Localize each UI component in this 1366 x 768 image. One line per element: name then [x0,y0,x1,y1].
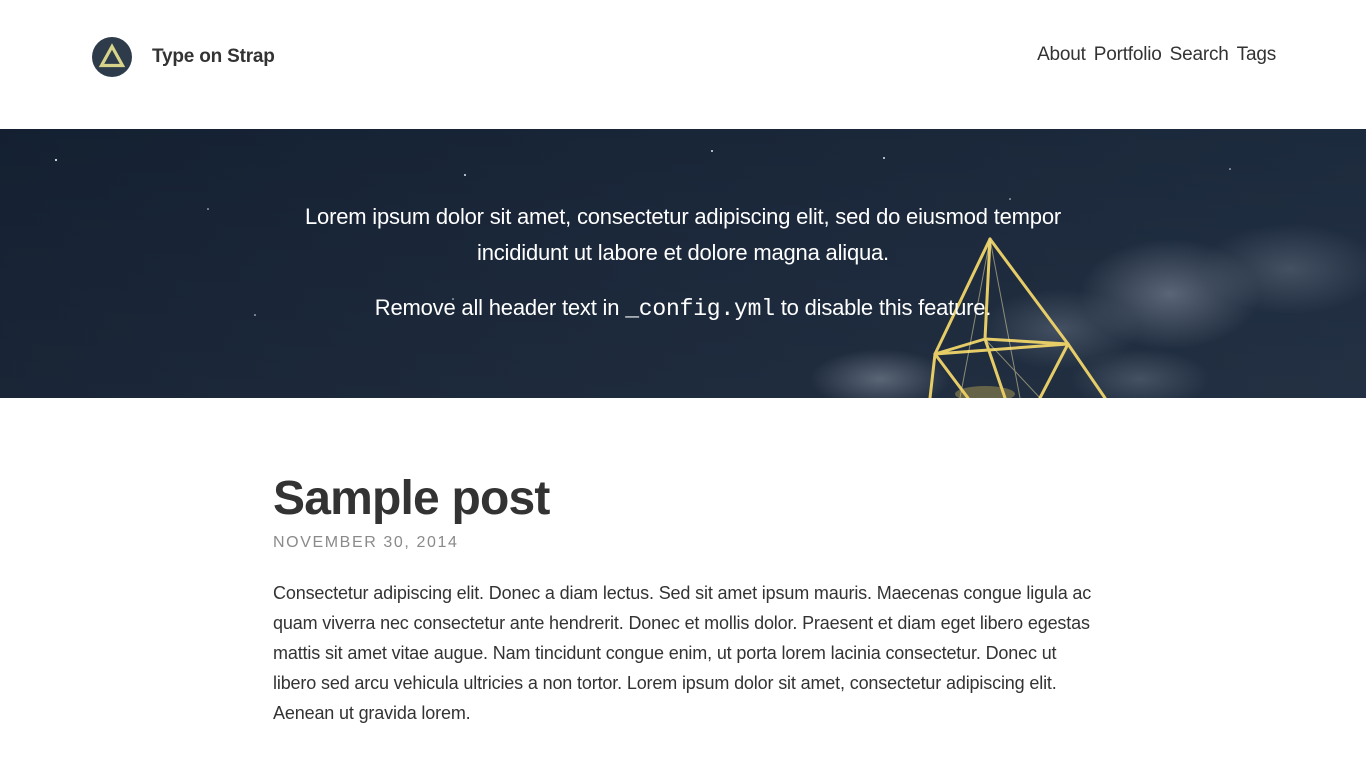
hero-config-suffix: to disable this feature. [780,295,992,320]
nav-link-portfolio[interactable]: Portfolio [1094,44,1162,66]
hero-description: Lorem ipsum dolor sit amet, consectetur … [305,204,1061,265]
home-link[interactable]: Type on Strap [92,37,275,77]
nav-link-about[interactable]: About [1037,44,1086,66]
hero-config-note: Remove all header text in _config.yml to… [0,295,1366,322]
nav-link-search[interactable]: Search [1170,44,1229,66]
post-date: NOVEMBER 30, 2014 [273,534,459,551]
post-excerpt: Consectetur adipiscing elit. Donec a dia… [273,583,1092,723]
site-title[interactable]: Type on Strap [152,46,275,68]
config-filename: _config.yml [625,296,775,322]
post-preview: Sample post NOVEMBER 30, 2014 Consectetu… [273,470,1093,746]
main-nav: About Portfolio Search Tags [1037,44,1276,66]
hero-banner: Lorem ipsum dolor sit amet, consectetur … [0,129,1366,398]
site-header: Type on Strap About Portfolio Search Tag… [0,0,1366,129]
post-title[interactable]: Sample post [273,470,1093,528]
nav-link-tags[interactable]: Tags [1237,44,1277,66]
triangle-logo-icon[interactable] [92,37,132,77]
hero-config-prefix: Remove all header text in [374,295,620,320]
hero-text: Lorem ipsum dolor sit amet, consectetur … [0,199,1366,322]
